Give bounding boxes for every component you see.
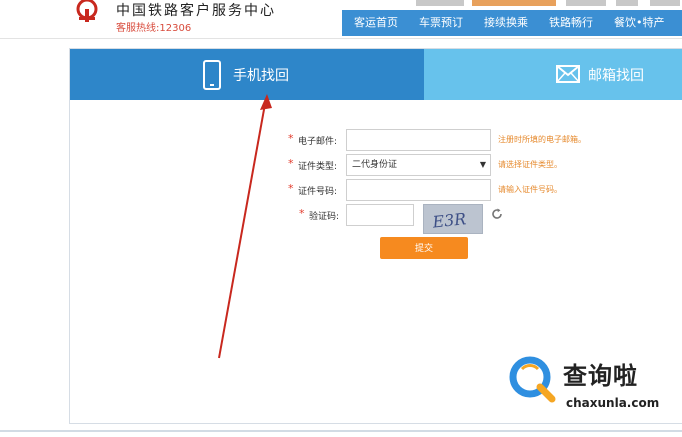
form-row-id-number: * 证件号码: 请输入证件号码。 [70,179,682,201]
nav-item-transfer[interactable]: 接续换乘 [472,10,528,36]
tab-mail-label: 邮箱找回 [588,68,644,84]
annotation-arrow-icon [218,94,272,359]
nav-item-railway-pass[interactable]: 铁路畅行 [537,10,593,36]
hotline-number: 12306 [159,23,192,34]
id-number-hint: 请输入证件号码。 [498,185,562,194]
required-mark: * [299,207,305,220]
footer-divider [0,430,682,432]
tab-mail-recovery[interactable]: 邮箱找回 [424,49,682,100]
railway-logo-icon[interactable] [70,0,104,22]
header-divider [0,38,682,39]
tab-phone-label: 手机找回 [233,68,289,84]
id-number-input[interactable] [346,179,491,201]
mail-icon [556,65,580,83]
captcha-text: E3R [431,209,467,232]
email-label: 电子邮件: [298,137,338,147]
captcha-image[interactable]: E3R [423,204,483,234]
email-input[interactable] [346,129,491,151]
top-link-strip [380,0,682,8]
required-mark: * [288,157,294,170]
form-row-email: * 电子邮件: 注册时所填的电子邮箱。 [70,129,682,151]
nav-item-travel[interactable]: 出行 [674,10,682,36]
email-hint: 注册时所填的电子邮箱。 [498,135,586,144]
form-row-id-type: * 证件类型: 二代身份证 ▼ 请选择证件类型。 [70,154,682,176]
hotline-label: 客服热线: [116,23,160,34]
nav-item-food[interactable]: 餐饮•特产 [602,10,665,36]
hotline: 客服热线:12306 [116,19,191,34]
site-header: 中国铁路客户服务中心 客服热线:12306 客运首页 车票预订 接续换乘 铁路畅… [0,0,682,38]
watermark-domain: chaxunla.com [566,396,660,410]
phone-icon [203,60,221,90]
captcha-input[interactable] [346,204,414,226]
refresh-icon[interactable] [491,208,503,220]
id-type-label: 证件类型: [298,162,338,172]
nav-item-home[interactable]: 客运首页 [342,10,398,36]
id-type-hint: 请选择证件类型。 [498,160,562,169]
form-row-captcha: * 验证码: E3R [70,204,682,234]
site-name: 中国铁路客户服务中心 [116,3,276,19]
id-number-label: 证件号码: [298,187,338,197]
required-mark: * [288,182,294,195]
dropdown-arrow-icon: ▼ [479,160,486,169]
id-type-select[interactable]: 二代身份证 ▼ [346,154,491,176]
nav-item-tickets[interactable]: 车票预订 [407,10,463,36]
watermark-name: 查询啦 [563,362,638,390]
required-mark: * [288,132,294,145]
watermark-logo-icon [509,356,556,403]
captcha-label: 验证码: [309,212,340,222]
submit-button[interactable]: 提交 [380,237,468,259]
id-type-value: 二代身份证 [352,160,398,170]
main-nav: 客运首页 车票预订 接续换乘 铁路畅行 餐饮•特产 出行 [342,10,682,36]
